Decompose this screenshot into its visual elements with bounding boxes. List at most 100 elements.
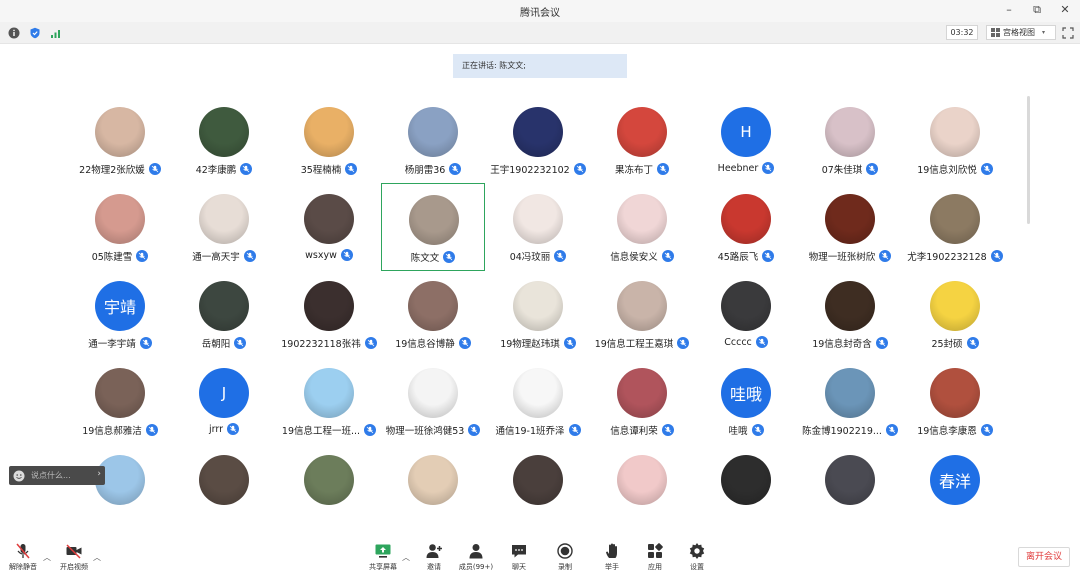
info-icon[interactable] <box>8 27 20 39</box>
raise-hand-button[interactable]: 举手 <box>592 542 632 572</box>
participant-tile[interactable]: 45路辰飞 <box>694 183 798 271</box>
participant-tile[interactable]: 物理一班张树欣 <box>798 183 902 271</box>
participant-tile[interactable]: 25封硕 <box>903 270 1007 358</box>
participant-tile[interactable] <box>381 444 485 532</box>
participant-tile[interactable]: 物理一班徐鸿健53 <box>381 357 485 445</box>
participant-tile[interactable]: 04冯玟丽 <box>486 183 590 271</box>
signal-icon[interactable] <box>50 27 62 39</box>
participant-tile[interactable]: 信息侯安义 <box>590 183 694 271</box>
members-button[interactable]: 成员(99+) <box>456 542 496 572</box>
record-label: 录制 <box>558 563 572 571</box>
participant-tile[interactable]: 1902232118张祎 <box>277 270 381 358</box>
video-button[interactable]: 开启视频 <box>54 542 94 572</box>
hand-icon <box>606 543 617 558</box>
participant-name: 19信息郝雅洁 <box>82 426 142 437</box>
participant-name-row: 19物理赵玮琪 <box>486 336 590 350</box>
speaking-banner: 正在讲话: 陈文文; <box>453 54 627 78</box>
participant-tile[interactable]: 22物理2张欣媛 <box>68 96 172 184</box>
participant-tile[interactable]: 哇哦 哇哦 <box>694 357 798 445</box>
participant-tile[interactable]: 19信息工程王嘉琪 <box>590 270 694 358</box>
participant-tile[interactable]: 王宇1902232102 <box>486 96 590 184</box>
participant-tile[interactable] <box>172 444 276 532</box>
mic-muted-icon <box>240 163 253 175</box>
members-icon <box>469 544 483 559</box>
participant-tile[interactable]: 35程楠楠 <box>277 96 381 184</box>
restore-icon[interactable]: ⧉ <box>1030 3 1044 17</box>
participant-tile[interactable] <box>486 444 590 532</box>
share-screen-button[interactable]: 共享屏幕 <box>363 542 403 572</box>
mic-muted-icon <box>762 250 775 262</box>
avatar <box>409 195 459 245</box>
apps-button[interactable]: 应用 <box>635 542 675 572</box>
leave-meeting-button[interactable]: 离开会议 <box>1018 547 1070 567</box>
participant-tile[interactable]: 果冻布丁 <box>590 96 694 184</box>
minimize-icon[interactable]: – <box>1002 3 1016 17</box>
participant-tile[interactable]: 岳朝阳 <box>172 270 276 358</box>
record-icon <box>557 543 573 559</box>
participant-tile[interactable]: Jjrrr <box>172 357 276 445</box>
raise-hand-label: 举手 <box>605 563 619 571</box>
participant-tile[interactable] <box>68 444 172 532</box>
view-mode-button[interactable]: 宫格视图 ▾ <box>986 25 1056 40</box>
participant-tile[interactable]: 陈文文 <box>381 183 485 271</box>
participant-name: 信息侯安义 <box>610 252 658 263</box>
chevron-up-icon[interactable]: ︿ <box>43 552 51 563</box>
shield-icon[interactable] <box>29 27 41 39</box>
participant-tile[interactable]: 19信息李康恩 <box>903 357 1007 445</box>
invite-button[interactable]: 邀请 <box>414 542 454 572</box>
participant-tile[interactable] <box>277 444 381 532</box>
grid-scrollbar[interactable] <box>1027 96 1030 224</box>
participant-tile[interactable] <box>694 444 798 532</box>
chevron-right-icon[interactable]: › <box>97 469 101 479</box>
avatar <box>304 194 354 244</box>
participant-tile[interactable]: 07朱佳琪 <box>798 96 902 184</box>
participant-tile[interactable]: 19信息工程一班... <box>277 357 381 445</box>
avatar <box>513 455 563 505</box>
close-icon[interactable]: ✕ <box>1058 3 1072 17</box>
mic-muted-icon <box>677 337 690 349</box>
participant-tile[interactable]: 19信息封奇含 <box>798 270 902 358</box>
participant-name-row: 19信息李康恩 <box>903 423 1007 437</box>
avatar <box>408 281 458 331</box>
participant-name-row: 1902232118张祎 <box>277 336 381 350</box>
participant-tile[interactable]: 杨朋雷36 <box>381 96 485 184</box>
participant-tile[interactable]: 尤李1902232128 <box>903 183 1007 271</box>
participant-tile[interactable]: 通信19-1班乔泽 <box>486 357 590 445</box>
participant-tile[interactable]: wsxyw <box>277 183 381 271</box>
emoji-icon[interactable] <box>13 470 25 482</box>
avatar <box>95 107 145 157</box>
participant-name-row: 陈文文 <box>382 250 484 264</box>
participant-tile[interactable]: 陈金博1902219... <box>798 357 902 445</box>
chevron-up-icon[interactable]: ︿ <box>93 552 101 563</box>
chevron-up-icon[interactable]: ︿ <box>402 552 410 563</box>
participant-tile[interactable] <box>590 444 694 532</box>
avatar <box>408 107 458 157</box>
mic-muted-icon <box>755 336 768 348</box>
participant-tile[interactable]: 春洋 <box>903 444 1007 532</box>
participant-tile[interactable]: 通一高天宇 <box>172 183 276 271</box>
participant-tile[interactable] <box>798 444 902 532</box>
participant-name-row: 杨朋雷36 <box>381 162 485 176</box>
record-button[interactable]: 录制 <box>545 542 585 572</box>
participant-name-row: 19信息封奇含 <box>798 336 902 350</box>
chat-button[interactable]: 聊天 <box>499 542 539 572</box>
settings-button[interactable]: 设置 <box>677 542 717 572</box>
participant-tile[interactable]: 05陈建雪 <box>68 183 172 271</box>
participant-tile[interactable]: Ccccc <box>694 270 798 358</box>
participant-name: 信息谭利荣 <box>610 426 658 437</box>
participant-tile[interactable]: 宇靖 通一李宇靖 <box>68 270 172 358</box>
participant-name: 王宇1902232102 <box>490 165 570 176</box>
participant-tile[interactable]: 19物理赵玮琪 <box>486 270 590 358</box>
chat-input-box[interactable]: 说点什么... › <box>9 466 105 485</box>
fullscreen-icon[interactable] <box>1062 27 1074 39</box>
participant-tile[interactable]: 42李康鹏 <box>172 96 276 184</box>
participant-tile[interactable]: H Heebner <box>694 96 798 184</box>
participant-name-row: 王宇1902232102 <box>486 162 590 176</box>
participant-tile[interactable]: 信息谭利荣 <box>590 357 694 445</box>
mic-muted-icon <box>443 251 456 263</box>
participant-tile[interactable]: 19信息谷博静 <box>381 270 485 358</box>
unmute-button[interactable]: 解除静音 <box>3 542 43 572</box>
participant-tile[interactable]: 19信息郝雅洁 <box>68 357 172 445</box>
participant-name: 35程楠楠 <box>300 165 342 176</box>
participant-tile[interactable]: 19信息刘欣悦 <box>903 96 1007 184</box>
